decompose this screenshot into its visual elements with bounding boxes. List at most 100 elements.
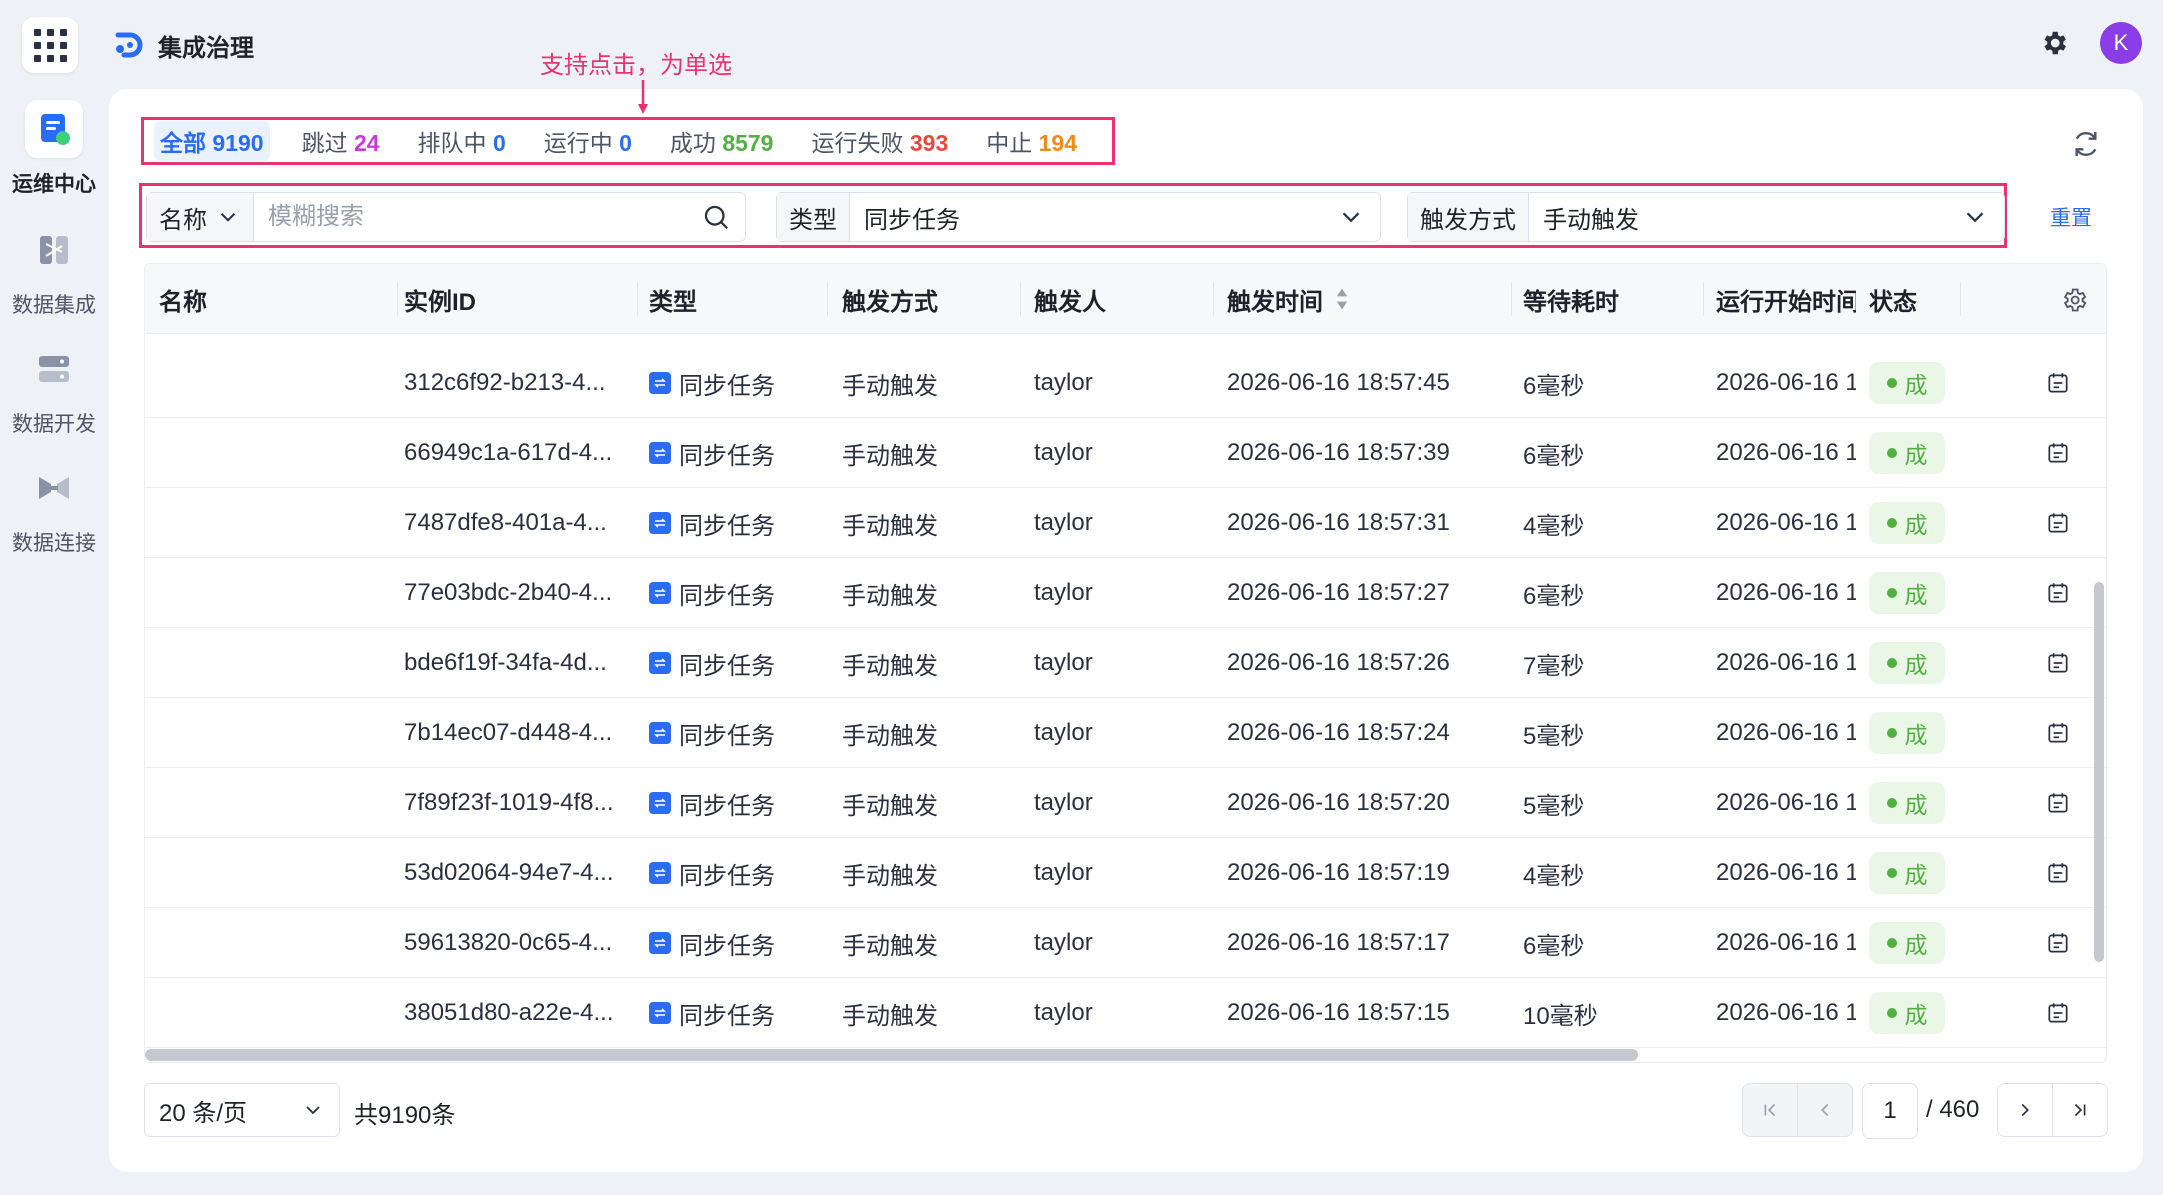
cell-trigger-user: taylor — [1034, 579, 1093, 606]
cell-trigger-user: taylor — [1034, 369, 1093, 396]
first-page-button[interactable] — [1742, 1083, 1798, 1137]
table-row[interactable]: bde6f19f-34fa-4d... 同步任务 手动触发 taylor 202… — [145, 628, 2106, 698]
column-settings-gear-icon[interactable] — [2060, 286, 2088, 314]
sidebar-item-data-integration[interactable]: 数据集成 — [0, 221, 108, 319]
calendar-log-icon[interactable] — [2045, 1000, 2071, 1026]
cell-run-start: 2026-06-16 1 — [1716, 929, 1856, 956]
calendar-log-icon[interactable] — [2045, 650, 2071, 676]
search-icon[interactable] — [701, 202, 731, 232]
sort-icon[interactable] — [1333, 286, 1351, 312]
name-field-select[interactable]: 名称 — [147, 193, 254, 241]
current-page-input[interactable]: 1 — [1862, 1083, 1918, 1139]
cell-actions — [2045, 908, 2085, 978]
table-row[interactable]: 66949c1a-617d-4... 同步任务 手动触发 taylor 2026… — [145, 418, 2106, 488]
calendar-log-icon[interactable] — [2045, 860, 2071, 886]
calendar-log-icon[interactable] — [2045, 510, 2071, 536]
table-row[interactable]: 77e03bdc-2b40-4... 同步任务 手动触发 taylor 2026… — [145, 558, 2106, 628]
cell-instance-id[interactable]: 77e03bdc-2b40-4... — [404, 558, 634, 628]
cell-instance-id[interactable]: 7f89f23f-1019-4f8... — [404, 768, 634, 838]
cell-run-start: 2026-06-16 1 — [1716, 719, 1856, 746]
cell-instance-id[interactable]: 312c6f92-b213-4... — [404, 348, 634, 418]
table-row[interactable]: 7487dfe8-401a-4... 同步任务 手动触发 taylor 2026… — [145, 488, 2106, 558]
cell-run-start: 2026-06-16 1 — [1716, 649, 1856, 676]
brand: 集成治理 — [112, 25, 254, 65]
user-avatar[interactable]: K — [2100, 22, 2142, 64]
col-label: 触发时间 — [1227, 288, 1323, 316]
cell-name — [159, 628, 389, 698]
calendar-log-icon[interactable] — [2045, 440, 2071, 466]
sync-task-icon — [649, 1002, 671, 1024]
status-text: 成 — [1904, 1002, 1928, 1028]
last-page-button[interactable] — [2052, 1083, 2108, 1137]
table-header: 名称 实例ID 类型 触发方式 触发人 触发时间 等待耗时 运行开始时间 状态 — [145, 264, 2106, 334]
sync-task-icon — [649, 582, 671, 604]
trigger-filter-select[interactable]: 触发方式 手动触发 — [1407, 192, 2005, 242]
sidebar-item-label: 运维中心 — [12, 173, 96, 196]
settings-gear-icon[interactable] — [2039, 28, 2069, 58]
cell-trigger-user: taylor — [1034, 649, 1093, 676]
page-size-select[interactable]: 20 条/页 — [144, 1083, 340, 1137]
cell-instance-id[interactable]: bde6f19f-34fa-4d... — [404, 628, 634, 698]
tab-status-success[interactable]: 成功 8579 — [664, 121, 780, 161]
tab-status-skipped[interactable]: 跳过 24 — [296, 121, 386, 161]
calendar-log-icon[interactable] — [2045, 790, 2071, 816]
name-search-input[interactable] — [254, 203, 701, 231]
type-label: 同步任务 — [679, 862, 775, 890]
status-text: 成 — [1904, 932, 1928, 958]
tab-status-failed[interactable]: 运行失败 393 — [805, 121, 954, 161]
cell-type: 同步任务 — [649, 768, 829, 838]
status-filter-tabs: 全部 9190 跳过 24 排队中 0 运行中 0 成功 8579 运行失败 3… — [141, 117, 1115, 165]
sidebar-item-data-connect[interactable]: 数据连接 — [0, 459, 108, 557]
cell-trigger-time: 2026-06-16 18:57:26 — [1227, 649, 1450, 676]
table-row[interactable]: 38051d80-a22e-4... 同步任务 手动触发 taylor 2026… — [145, 978, 2106, 1048]
cell-instance-id[interactable]: 59613820-0c65-4... — [404, 908, 634, 978]
cell-run-start: 2026-06-16 1 — [1716, 999, 1856, 1026]
refresh-icon[interactable] — [2070, 128, 2102, 160]
vertical-scrollbar[interactable] — [2094, 582, 2104, 962]
col-instance-id: 实例ID — [404, 288, 476, 316]
cell-trigger-user: taylor — [1034, 439, 1093, 466]
prev-page-button[interactable] — [1797, 1083, 1853, 1137]
cell-instance-id[interactable]: 53d02064-94e7-4... — [404, 838, 634, 908]
calendar-log-icon[interactable] — [2045, 930, 2071, 956]
sidebar-item-data-dev[interactable]: 数据开发 — [0, 340, 108, 438]
field-label: 名称 — [159, 206, 207, 234]
app-title: 集成治理 — [158, 34, 254, 62]
calendar-log-icon[interactable] — [2045, 370, 2071, 396]
horizontal-scrollbar[interactable] — [145, 1049, 1638, 1061]
table-row[interactable]: 312c6f92-b213-4... 同步任务 手动触发 taylor 2026… — [145, 348, 2106, 418]
filter-bar: 名称 类型 同步任务 触发方式 手动触发 — [139, 183, 2007, 248]
next-page-button[interactable] — [1997, 1083, 2053, 1137]
cell-wait-time: 7毫秒 — [1523, 652, 1585, 680]
cell-trigger-user: taylor — [1034, 859, 1093, 886]
type-filter-select[interactable]: 类型 同步任务 — [776, 192, 1381, 242]
cell-type: 同步任务 — [649, 558, 829, 628]
calendar-log-icon[interactable] — [2045, 580, 2071, 606]
cell-instance-id[interactable]: 66949c1a-617d-4... — [404, 418, 634, 488]
cell-actions — [2045, 558, 2085, 628]
type-label: 同步任务 — [679, 722, 775, 750]
tab-status-aborted[interactable]: 中止 194 — [980, 121, 1083, 161]
cell-trigger-user: taylor — [1034, 509, 1093, 536]
tab-status-running[interactable]: 运行中 0 — [538, 121, 638, 161]
col-trigger-time[interactable]: 触发时间 — [1227, 264, 1467, 334]
tab-status-all[interactable]: 全部 9190 — [154, 121, 270, 161]
calendar-log-icon[interactable] — [2045, 720, 2071, 746]
table-row[interactable]: 53d02064-94e7-4... 同步任务 手动触发 taylor 2026… — [145, 838, 2106, 908]
cell-wait-time: 5毫秒 — [1523, 792, 1585, 820]
cell-instance-id[interactable]: 7b14ec07-d448-4... — [404, 698, 634, 768]
table-row[interactable]: 59613820-0c65-4... 同步任务 手动触发 taylor 2026… — [145, 908, 2106, 978]
cell-instance-id[interactable]: 38051d80-a22e-4... — [404, 978, 634, 1048]
tab-status-queued[interactable]: 排队中 0 — [412, 121, 512, 161]
cell-trigger-user: taylor — [1034, 789, 1093, 816]
chevron-right-icon — [2021, 1103, 2029, 1117]
table-row[interactable]: 7f89f23f-1019-4f8... 同步任务 手动触发 taylor 20… — [145, 768, 2106, 838]
table-row[interactable]: 7b14ec07-d448-4... 同步任务 手动触发 taylor 2026… — [145, 698, 2106, 768]
tab-count: 0 — [492, 130, 506, 156]
sidebar-item-ops-center[interactable]: 运维中心 — [0, 100, 108, 198]
app-grid-icon[interactable] — [22, 17, 78, 73]
reset-button[interactable]: 重置 — [2050, 202, 2092, 232]
sync-task-icon — [649, 722, 671, 744]
cell-status: 成 — [1869, 558, 1959, 628]
cell-instance-id[interactable]: 7487dfe8-401a-4... — [404, 488, 634, 558]
